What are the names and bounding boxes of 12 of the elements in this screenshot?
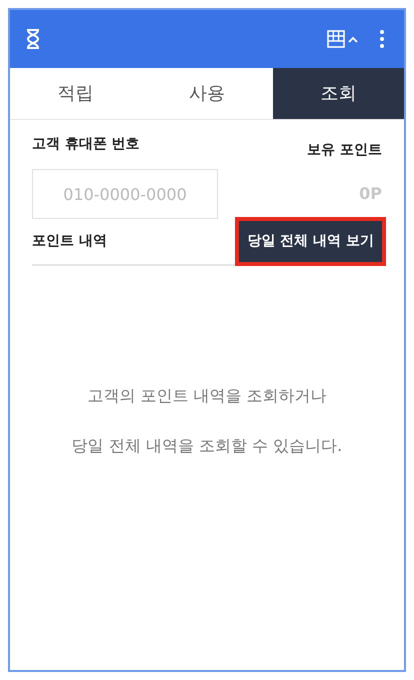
points-label: 보유 포인트 — [307, 141, 382, 160]
empty-message: 고객의 포인트 내역을 조회하거나 — [87, 385, 327, 407]
view-all-button[interactable]: 당일 전체 내역 보기 — [239, 221, 382, 262]
field-label: 고객 휴대폰 번호 — [32, 135, 140, 154]
section-title: 포인트 내역 — [32, 232, 107, 251]
empty-message: 당일 전체 내역을 조회할 수 있습니다. — [72, 435, 342, 457]
hourglass-icon[interactable] — [26, 29, 40, 49]
phone-input-field[interactable]: 010-0000-0000 — [32, 169, 218, 219]
more-icon[interactable] — [380, 30, 384, 48]
grid-icon[interactable] — [327, 30, 345, 48]
tab[interactable]: 조회 — [272, 68, 404, 119]
caret-icon[interactable] — [348, 36, 358, 42]
